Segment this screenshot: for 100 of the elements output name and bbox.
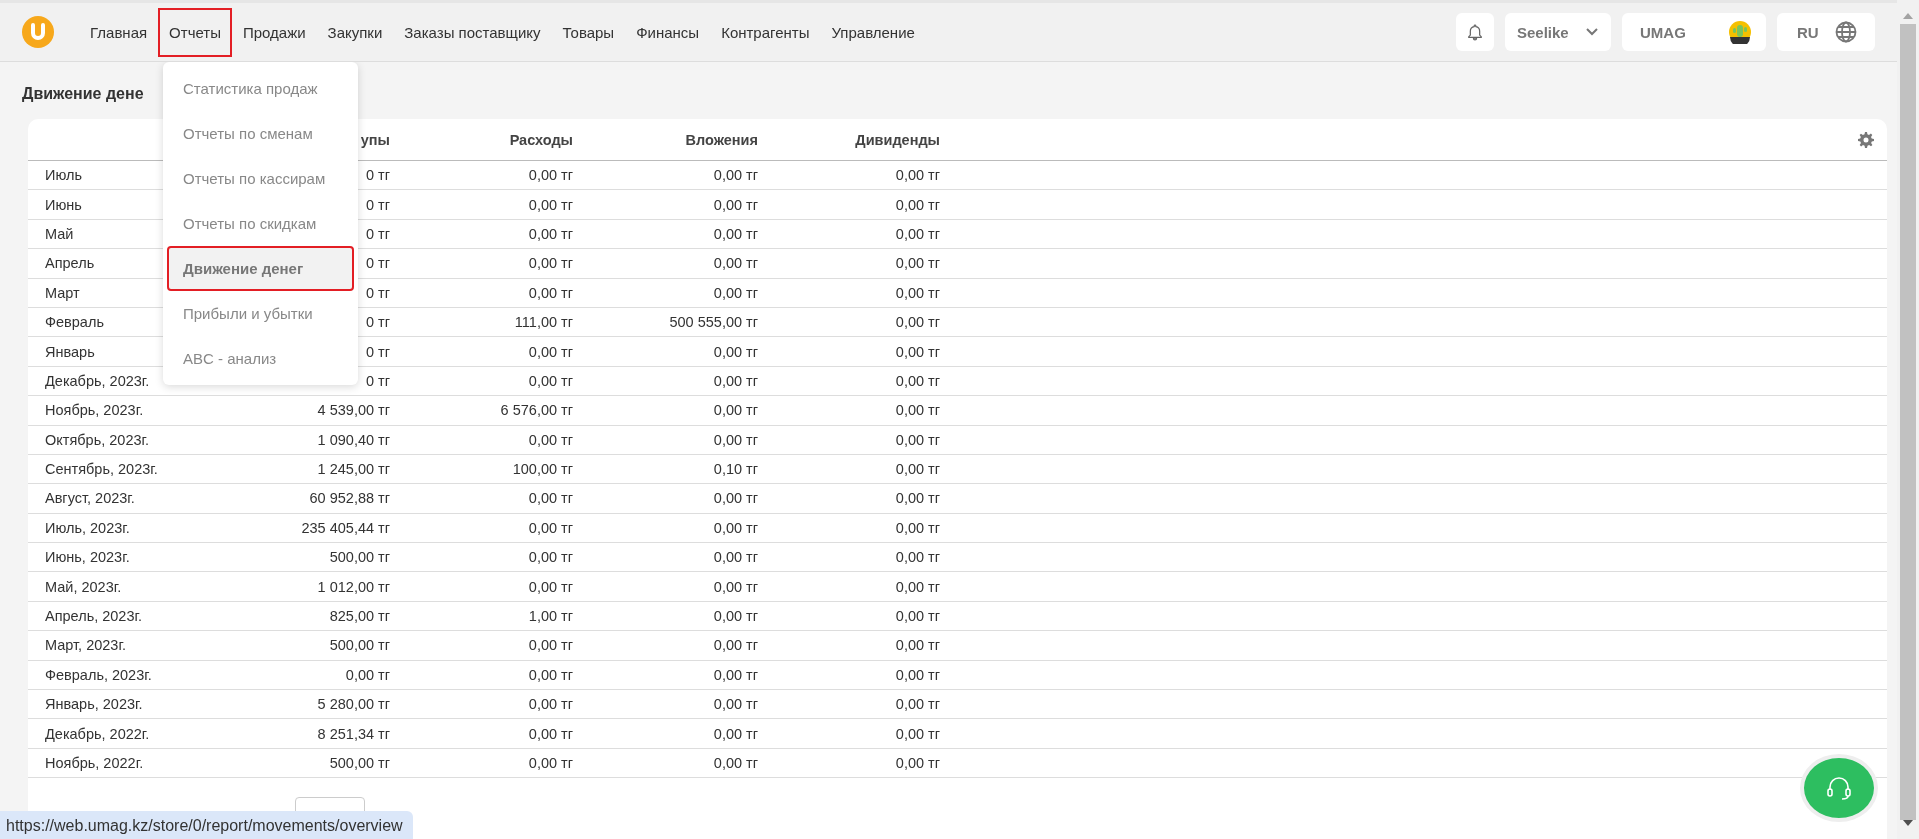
nav-link[interactable]: Закупки xyxy=(316,7,394,57)
table-cell: 0,00 тг xyxy=(528,372,573,389)
column-header: упы xyxy=(360,131,390,148)
table-cell: Май, 2023г. xyxy=(45,578,122,595)
table-cell: Ноябрь, 2023г. xyxy=(45,402,144,419)
avatar-icon xyxy=(1728,20,1752,44)
table-cell: 6 576,00 тг xyxy=(500,402,573,419)
table-cell: 0,00 тг xyxy=(528,167,573,184)
menu-item[interactable]: Прибыли и убытки xyxy=(167,291,354,336)
table-cell: 4 539,00 тг xyxy=(317,402,390,419)
table-cell: 0 тг xyxy=(365,255,390,272)
settings-icon[interactable] xyxy=(1858,131,1874,148)
nav-link[interactable]: Заказы поставщику xyxy=(393,7,552,57)
table-cell: Февраль xyxy=(45,314,104,331)
table-cell: 0,00 тг xyxy=(528,666,573,683)
table-cell: 1 245,00 тг xyxy=(317,461,390,478)
nav-link[interactable]: Контрагенты xyxy=(710,7,821,57)
table-cell: 0,00 тг xyxy=(713,196,758,213)
nav-link[interactable]: Финансы xyxy=(625,7,711,57)
table-cell: Декабрь, 2022г. xyxy=(45,725,150,742)
table-cell: 1 090,40 тг xyxy=(317,431,390,448)
table-cell: 0,00 тг xyxy=(895,284,940,301)
table-cell: 0,00 тг xyxy=(528,284,573,301)
table-cell: 0,00 тг xyxy=(713,284,758,301)
table-cell: 0,00 тг xyxy=(895,490,940,507)
table-cell: 0,00 тг xyxy=(713,167,758,184)
table-cell: 0,00 тг xyxy=(345,666,390,683)
language-button[interactable]: RU xyxy=(1777,13,1875,51)
table-cell: 235 405,44 тг xyxy=(301,519,390,536)
nav-link[interactable]: Главная xyxy=(79,7,159,57)
table-cell: Январь xyxy=(45,343,95,360)
menu-item[interactable]: Отчеты по сменам xyxy=(167,111,354,156)
table-cell: 0,00 тг xyxy=(713,608,758,625)
table-cell: 0,00 тг xyxy=(713,666,758,683)
table-cell: Июнь, 2023г. xyxy=(45,549,130,566)
table-cell: 0,00 тг xyxy=(713,549,758,566)
page-title: Движение дене xyxy=(22,85,144,103)
table-cell: 0 тг xyxy=(365,196,390,213)
table-cell: 0,00 тг xyxy=(895,167,940,184)
table-cell: 0,00 тг xyxy=(528,725,573,742)
table-cell: 0,00 тг xyxy=(528,431,573,448)
table-cell: 0,00 тг xyxy=(528,549,573,566)
menu-item[interactable]: ABC - анализ xyxy=(167,336,354,381)
table-cell: 0,10 тг xyxy=(713,461,758,478)
table-cell: 0,00 тг xyxy=(895,549,940,566)
table-cell: 0,00 тг xyxy=(895,696,940,713)
chevron-down-icon xyxy=(1585,27,1599,37)
menu-item[interactable]: Статистика продаж xyxy=(167,66,354,111)
table-cell: 0 тг xyxy=(365,167,390,184)
table-cell: 0,00 тг xyxy=(713,225,758,242)
table-cell: Октябрь, 2023г. xyxy=(45,431,150,448)
column-header: Вложения xyxy=(685,131,758,148)
table-cell: 0,00 тг xyxy=(895,666,940,683)
table-cell: 0,00 тг xyxy=(713,255,758,272)
table-cell: 0 тг xyxy=(365,314,390,331)
table-cell: 0,00 тг xyxy=(528,255,573,272)
table-cell: 500,00 тг xyxy=(329,637,390,654)
nav-link[interactable]: Отчеты xyxy=(158,7,232,57)
link-url-tooltip: https://web.umag.kz/store/0/report/movements/overview xyxy=(0,811,413,839)
column-header: Дивиденды xyxy=(855,131,940,148)
table-cell: 0,00 тг xyxy=(528,519,573,536)
nav-link[interactable]: Управление xyxy=(820,7,926,57)
table-cell: Январь, 2023г. xyxy=(45,696,143,713)
table-cell: 0,00 тг xyxy=(895,343,940,360)
table-cell: 0 тг xyxy=(365,343,390,360)
table-cell: Июль, 2023г. xyxy=(45,519,130,536)
table-cell: 0 тг xyxy=(365,284,390,301)
nav-link[interactable]: Товары xyxy=(551,7,626,57)
menu-item[interactable]: Отчеты по скидкам xyxy=(167,201,354,246)
table-cell: 0,00 тг xyxy=(895,578,940,595)
table-cell: Июль xyxy=(45,167,82,184)
column-header: Расходы xyxy=(509,131,573,148)
table-cell: Июнь xyxy=(45,196,82,213)
table-cell: 0,00 тг xyxy=(895,225,940,242)
notifications-button[interactable] xyxy=(1456,13,1494,51)
table-cell: 0,00 тг xyxy=(713,343,758,360)
table-cell: 0,00 тг xyxy=(713,402,758,419)
menu-item[interactable]: Движение денег xyxy=(167,246,354,291)
menu-item[interactable]: Отчеты по кассирам xyxy=(167,156,354,201)
table-cell: 0,00 тг xyxy=(895,372,940,389)
table-cell: 0,00 тг xyxy=(713,372,758,389)
table-cell: 8 251,34 тг xyxy=(317,725,390,742)
table-cell: Апрель, 2023г. xyxy=(45,608,143,625)
table-cell: 0,00 тг xyxy=(895,519,940,536)
table-cell: 0,00 тг xyxy=(528,343,573,360)
store-select[interactable]: Seelike xyxy=(1505,13,1611,51)
table-cell: 500,00 тг xyxy=(329,755,390,771)
table-cell: 100,00 тг xyxy=(512,461,573,478)
table-cell: 825,00 тг xyxy=(329,608,390,625)
account-button[interactable]: UMAG xyxy=(1622,13,1766,51)
table-cell: 0,00 тг xyxy=(895,461,940,478)
table-cell: 0,00 тг xyxy=(713,431,758,448)
table-cell: 0,00 тг xyxy=(895,314,940,331)
table-cell: 111,00 тг xyxy=(514,314,573,331)
table-cell: Март xyxy=(45,284,80,301)
table-cell: 1 012,00 тг xyxy=(317,578,390,595)
nav-link[interactable]: Продажи xyxy=(231,7,317,57)
table-cell: Декабрь, 2023г. xyxy=(45,372,150,389)
table-cell: 0,00 тг xyxy=(528,755,573,771)
table-cell: Ноябрь, 2022г. xyxy=(45,755,144,771)
